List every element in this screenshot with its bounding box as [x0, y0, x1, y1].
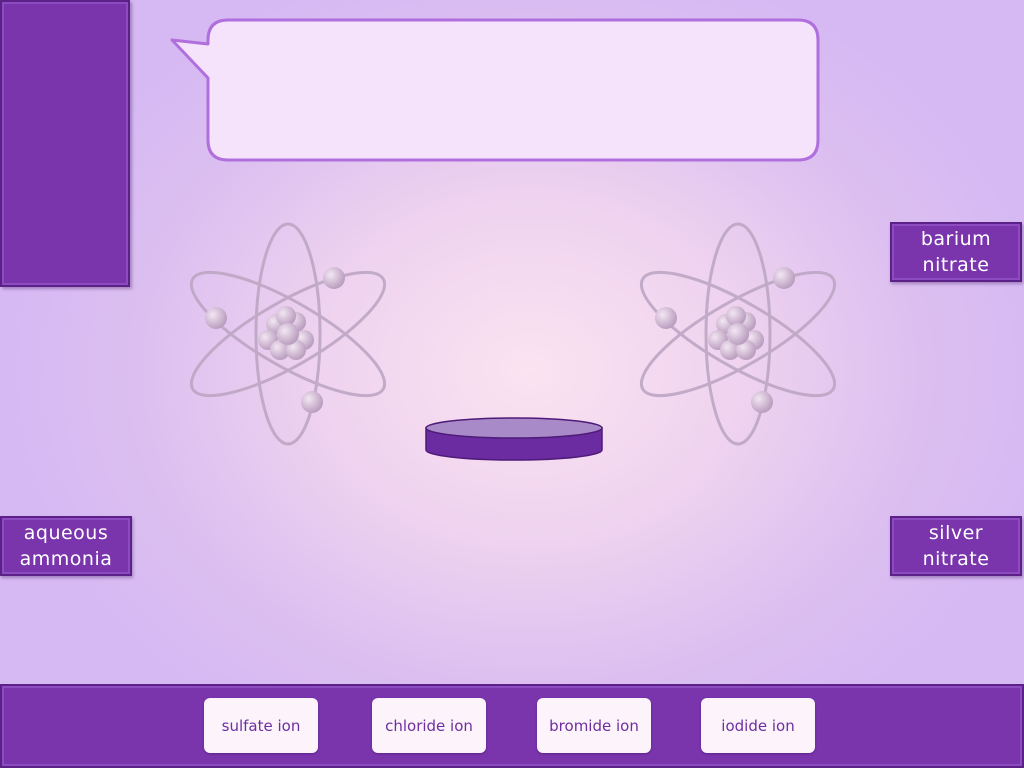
speech-bubble-text — [220, 34, 800, 140]
atom-icon — [189, 222, 387, 446]
iodide-ion-label: iodide ion — [721, 716, 795, 735]
speech-bubble — [168, 18, 823, 164]
barium-nitrate-label-line1: barium — [920, 228, 992, 250]
chloride-ion-label: chloride ion — [385, 716, 473, 735]
barium-nitrate-button[interactable]: barium nitrate — [890, 222, 1022, 282]
atom-icon — [639, 222, 837, 446]
bromide-ion-label: bromide ion — [549, 716, 639, 735]
aqueous-ammonia-button[interactable]: aqueous ammonia — [0, 516, 132, 576]
silver-nitrate-label-line1: silver — [928, 522, 984, 544]
ion-toolbar — [0, 684, 1024, 768]
sulfate-ion-button[interactable]: sulfate ion — [204, 698, 318, 753]
silver-nitrate-button[interactable]: silver nitrate — [890, 516, 1022, 576]
iodide-ion-button[interactable]: iodide ion — [701, 698, 815, 753]
aqueous-ammonia-label-line1: aqueous — [23, 522, 109, 544]
side-panel — [0, 0, 130, 287]
barium-nitrate-label-line2: nitrate — [922, 254, 990, 276]
bromide-ion-button[interactable]: bromide ion — [537, 698, 651, 753]
chloride-ion-button[interactable]: chloride ion — [372, 698, 486, 753]
silver-nitrate-label-line2: nitrate — [922, 548, 990, 570]
petri-dish-icon[interactable] — [424, 416, 604, 464]
sulfate-ion-label: sulfate ion — [221, 716, 301, 735]
aqueous-ammonia-label-line2: ammonia — [19, 548, 113, 570]
